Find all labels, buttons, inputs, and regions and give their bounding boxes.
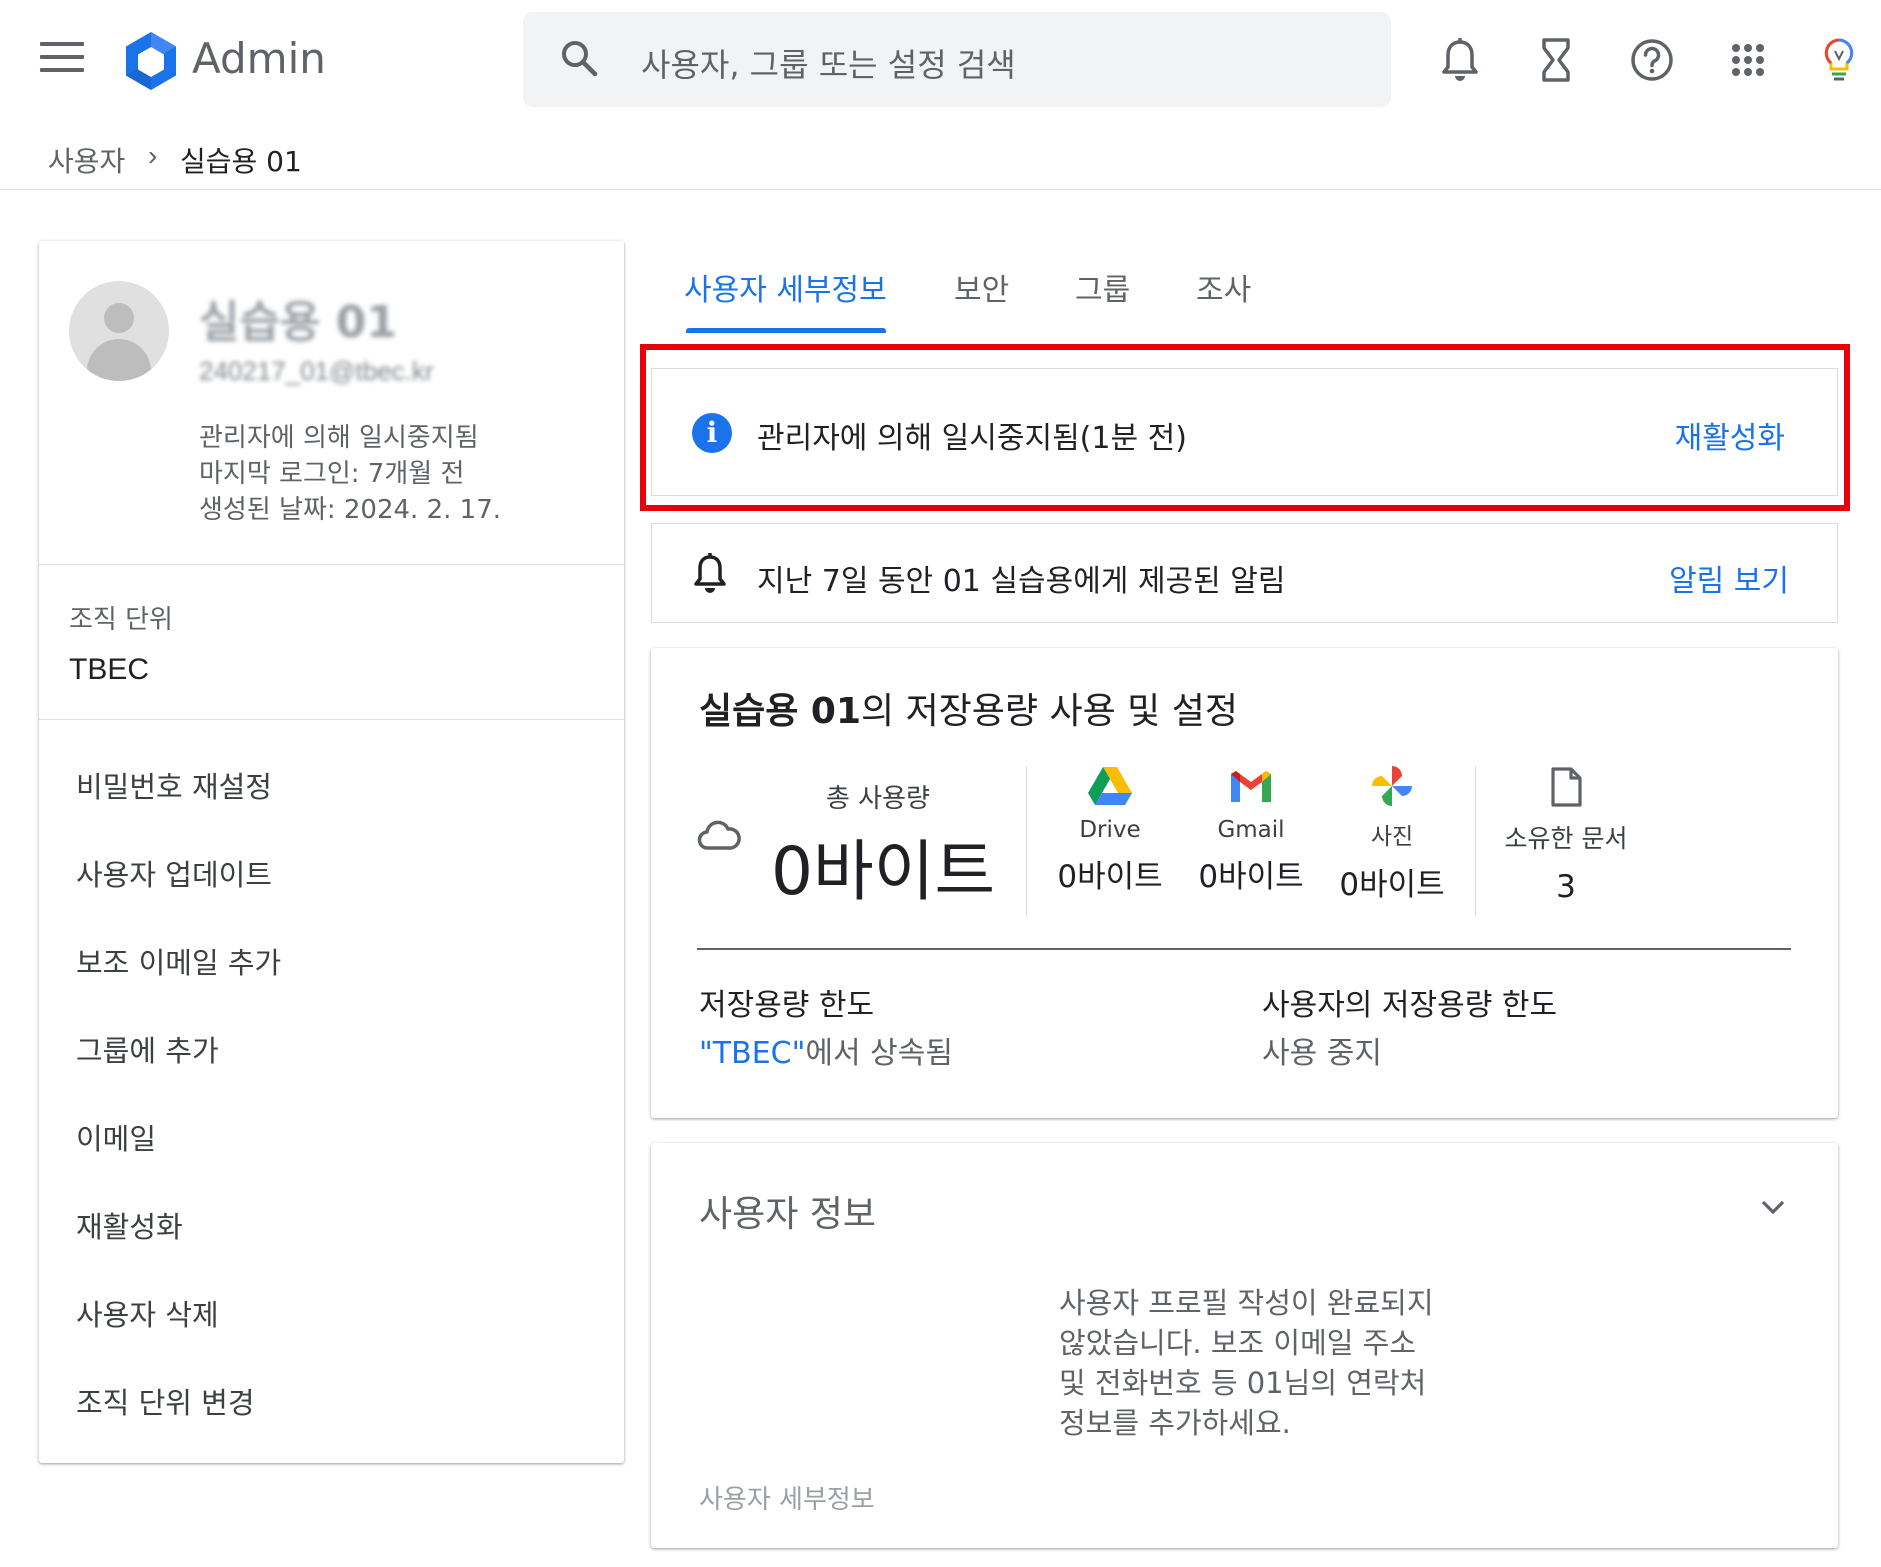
avatar	[69, 281, 169, 381]
gmail-label: Gmail	[1217, 817, 1285, 843]
lightbulb-icon[interactable]	[1814, 34, 1864, 86]
photos-label: 사진	[1370, 824, 1414, 850]
last-login: 마지막 로그인: 7개월 전	[199, 459, 465, 489]
email-action[interactable]: 이메일	[76, 1116, 156, 1158]
add-secondary-email-action[interactable]: 보조 이메일 추가	[76, 940, 281, 982]
active-tab-indicator	[686, 328, 886, 333]
inherited-text: 에서 상속됨	[805, 1036, 953, 1071]
chevron-down-icon[interactable]	[1761, 1199, 1785, 1219]
owned-documents: 소유한 문서 3	[1486, 766, 1646, 905]
user-info-title[interactable]: 사용자 정보	[699, 1185, 876, 1237]
storage-card: 실습용 01의 저장용량 사용 및 설정 총 사용량 0바이트 Drive 0바…	[651, 648, 1838, 1118]
photos-usage: 사진 0바이트	[1322, 766, 1462, 904]
top-bar: Admin 사용자, 그룹 또는 설정 검색	[0, 0, 1881, 120]
alerts-text: 지난 7일 동안 01 실습용에게 제공된 알림	[757, 564, 1286, 599]
user-details-section-label: 사용자 세부정보	[699, 1485, 875, 1515]
org-unit-label: 조직 단위	[69, 605, 173, 635]
search-input[interactable]: 사용자, 그룹 또는 설정 검색	[641, 40, 1016, 86]
gmail-usage: Gmail 0바이트	[1181, 766, 1321, 896]
help-icon[interactable]	[1626, 34, 1678, 86]
drive-label: Drive	[1079, 817, 1141, 843]
bell-icon[interactable]	[1434, 34, 1486, 86]
storage-separator	[1475, 766, 1476, 916]
storage-quota-label: 저장용량 한도	[699, 988, 875, 1023]
breadcrumb-current: 실습용 01	[180, 145, 302, 178]
tab-investigation[interactable]: 조사	[1196, 265, 1251, 309]
user-name: 실습용 01	[199, 297, 397, 348]
owned-docs-label: 소유한 문서	[1504, 824, 1628, 853]
cloud-icon	[697, 820, 741, 857]
document-icon	[1486, 766, 1646, 813]
delete-user-action[interactable]: 사용자 삭제	[76, 1292, 219, 1334]
view-alerts-link[interactable]: 알림 보기	[1669, 556, 1789, 600]
user-quota-value: 사용 중지	[1262, 1036, 1382, 1071]
admin-logo-icon[interactable]	[120, 30, 182, 92]
gmail-icon	[1181, 766, 1321, 811]
storage-title-user: 실습용 01	[699, 691, 861, 732]
storage-quota-value: "TBEC"에서 상속됨	[699, 1028, 953, 1072]
storage-divider	[697, 948, 1791, 950]
menu-icon[interactable]	[40, 42, 84, 72]
tab-groups[interactable]: 그룹	[1075, 265, 1130, 309]
storage-title: 실습용 01의 저장용량 사용 및 설정	[699, 682, 1238, 734]
drive-icon	[1040, 766, 1180, 811]
reactivate-action[interactable]: 재활성화	[76, 1204, 183, 1246]
tbec-org-link[interactable]: "TBEC"	[699, 1036, 805, 1071]
photos-value: 0바이트	[1339, 867, 1445, 903]
gmail-value: 0바이트	[1198, 859, 1304, 895]
user-status: 관리자에 의해 일시중지됨	[199, 423, 479, 453]
tab-security[interactable]: 보안	[954, 265, 1009, 309]
alerts-banner: 지난 7일 동안 01 실습용에게 제공된 알림 알림 보기	[651, 523, 1838, 623]
apps-grid-icon[interactable]	[1722, 34, 1774, 86]
user-info-card: 사용자 정보 사용자 프로필 작성이 완료되지 않았습니다. 보조 이메일 주소…	[651, 1143, 1838, 1548]
reset-password-action[interactable]: 비밀번호 재설정	[76, 764, 272, 806]
search-bar[interactable]: 사용자, 그룹 또는 설정 검색	[523, 12, 1391, 107]
storage-separator	[1026, 766, 1027, 916]
highlight-box	[640, 344, 1850, 511]
org-unit-value: TBEC	[69, 653, 150, 686]
user-email: 240217_01@tbec.kr	[199, 356, 434, 386]
owned-docs-value: 3	[1556, 869, 1576, 905]
user-summary-card: 실습용 01 240217_01@tbec.kr 관리자에 의해 일시중지됨 마…	[39, 241, 624, 1463]
header-divider	[0, 189, 1881, 190]
user-quota-label: 사용자의 저장용량 한도	[1262, 988, 1558, 1023]
breadcrumb-users[interactable]: 사용자	[48, 140, 125, 180]
storage-title-rest: 의 저장용량 사용 및 설정	[861, 691, 1238, 732]
created-date: 생성된 날짜: 2024. 2. 17.	[199, 495, 502, 525]
add-to-group-action[interactable]: 그룹에 추가	[76, 1028, 219, 1070]
card-divider	[39, 719, 624, 720]
app-name[interactable]: Admin	[192, 34, 326, 83]
photos-icon	[1322, 766, 1462, 811]
tab-user-details[interactable]: 사용자 세부정보	[684, 265, 887, 309]
card-divider	[39, 564, 624, 565]
drive-usage: Drive 0바이트	[1040, 766, 1180, 896]
update-user-action[interactable]: 사용자 업데이트	[76, 852, 272, 894]
total-usage-label: 총 사용량	[826, 784, 930, 814]
bell-icon	[690, 552, 730, 601]
drive-value: 0바이트	[1057, 859, 1163, 895]
total-usage-value: 0바이트	[771, 833, 996, 910]
change-org-unit-action[interactable]: 조직 단위 변경	[76, 1380, 255, 1422]
breadcrumb-separator-icon: ›	[148, 140, 158, 171]
profile-incomplete-message: 사용자 프로필 작성이 완료되지 않았습니다. 보조 이메일 주소 및 전화번호…	[1059, 1286, 1434, 1440]
hourglass-icon[interactable]	[1530, 34, 1582, 86]
search-icon[interactable]	[559, 38, 599, 83]
